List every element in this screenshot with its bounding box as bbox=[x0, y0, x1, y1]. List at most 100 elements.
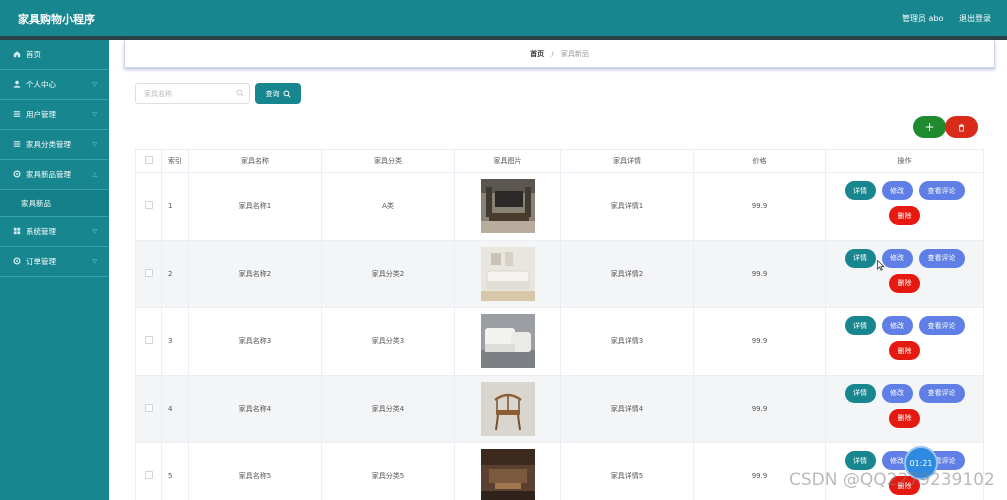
sidebar-item-profile[interactable]: 个人中心 ▽ bbox=[0, 70, 109, 100]
row-index: 1 bbox=[161, 172, 189, 241]
sidebar-item-orders[interactable]: 订单管理 ▽ bbox=[0, 247, 109, 277]
row-price: 99.9 bbox=[693, 374, 826, 443]
row-checkbox[interactable] bbox=[144, 201, 153, 210]
delete-button[interactable]: 删除 bbox=[889, 408, 920, 428]
batch-delete-button[interactable] bbox=[945, 116, 978, 138]
top-header: 家具购物小程序 管理员 abo 退出登录 bbox=[0, 0, 1007, 36]
row-detail: 家具详情3 bbox=[560, 307, 694, 376]
admin-user-label: 管理员 abo bbox=[902, 14, 944, 23]
grid-icon bbox=[12, 227, 22, 237]
table-row: 4 家具名称4 家具分类4 家具详情4 99.9 详情 修改 查看评论 删除 bbox=[135, 374, 984, 443]
app-title: 家具购物小程序 bbox=[18, 13, 95, 26]
row-name: 家具名称3 bbox=[188, 307, 322, 376]
row-name: 家具名称1 bbox=[188, 172, 322, 241]
sidebar: 首页 个人中心 ▽ 用户管理 ▽ 家具分类管理 ▽ 家具新品管理 △ 家具新品 … bbox=[0, 40, 109, 500]
row-image-cell bbox=[454, 442, 561, 500]
row-index: 3 bbox=[161, 307, 189, 376]
query-button[interactable]: 查询 bbox=[255, 83, 301, 104]
column-header: 操作 bbox=[825, 149, 984, 173]
row-checkbox[interactable] bbox=[144, 336, 153, 345]
breadcrumb-current: 家具新品 bbox=[560, 50, 589, 58]
column-header: 价格 bbox=[693, 149, 826, 173]
row-detail: 家具详情4 bbox=[560, 374, 694, 443]
column-header: 索引 bbox=[161, 149, 189, 173]
row-index: 4 bbox=[161, 374, 189, 443]
breadcrumb: 首页 / 家具新品 bbox=[125, 49, 994, 59]
mouse-cursor-icon bbox=[877, 260, 885, 271]
edit-button[interactable]: 修改 bbox=[881, 383, 913, 403]
delete-button[interactable]: 删除 bbox=[889, 206, 920, 226]
view-reviews-button[interactable]: 查看评论 bbox=[918, 383, 965, 403]
chevron-down-icon: ▽ bbox=[92, 141, 97, 148]
row-price: 99.9 bbox=[693, 172, 826, 241]
query-button-label: 查询 bbox=[265, 89, 280, 98]
detail-button[interactable]: 详情 bbox=[844, 316, 876, 336]
view-reviews-button[interactable]: 查看评论 bbox=[918, 316, 965, 336]
row-actions: 详情 修改 查看评论 删除 bbox=[825, 307, 984, 376]
row-actions: 详情 修改 查看评论 删除 bbox=[825, 239, 984, 308]
select-all-checkbox[interactable] bbox=[144, 156, 153, 164]
furniture-image bbox=[480, 246, 535, 301]
row-checkbox[interactable] bbox=[144, 268, 153, 277]
row-name: 家具名称4 bbox=[188, 374, 322, 443]
row-image-cell bbox=[454, 239, 561, 308]
detail-button[interactable]: 详情 bbox=[844, 451, 876, 471]
table-row: 3 家具名称3 家具分类3 家具详情3 99.9 详情 修改 查看评论 删除 bbox=[135, 307, 984, 376]
column-header: 家具分类 bbox=[321, 149, 455, 173]
sidebar-item-label: 订单管理 bbox=[26, 257, 56, 266]
search-input[interactable] bbox=[135, 83, 250, 104]
row-checkbox[interactable] bbox=[144, 403, 153, 412]
breadcrumb-home[interactable]: 首页 bbox=[530, 50, 544, 58]
row-category: A类 bbox=[321, 172, 455, 241]
row-name: 家具名称5 bbox=[188, 442, 322, 500]
column-header: 家具图片 bbox=[454, 149, 561, 173]
sidebar-item-home[interactable]: 首页 bbox=[0, 40, 109, 70]
add-button[interactable]: + bbox=[913, 116, 946, 138]
header-select-all bbox=[135, 149, 162, 173]
view-reviews-button[interactable]: 查看评论 bbox=[918, 248, 965, 268]
detail-button[interactable]: 详情 bbox=[844, 383, 876, 403]
watermark: CSDN @QQ2279239102 bbox=[789, 470, 995, 490]
detail-button[interactable]: 详情 bbox=[844, 181, 876, 201]
sidebar-item-category[interactable]: 家具分类管理 ▽ bbox=[0, 130, 109, 160]
table-row: 1 家具名称1 A类 家具详情1 99.9 详情 修改 查看评论 删除 bbox=[135, 172, 984, 241]
row-category: 家具分类5 bbox=[321, 442, 455, 500]
list-icon bbox=[12, 110, 22, 120]
row-checkbox[interactable] bbox=[144, 471, 153, 480]
edit-button[interactable]: 修改 bbox=[881, 248, 913, 268]
chevron-up-icon: △ bbox=[92, 171, 97, 178]
row-category: 家具分类2 bbox=[321, 239, 455, 308]
row-category: 家具分类4 bbox=[321, 374, 455, 443]
row-image-cell bbox=[454, 374, 561, 443]
row-price: 99.9 bbox=[693, 307, 826, 376]
chevron-down-icon: ▽ bbox=[92, 111, 97, 118]
view-reviews-button[interactable]: 查看评论 bbox=[918, 181, 965, 201]
row-detail: 家具详情2 bbox=[560, 239, 694, 308]
row-image-cell bbox=[454, 172, 561, 241]
furniture-table: 索引 家具名称 家具分类 家具图片 家具详情 价格 操作 1 家具名称1 A类 bbox=[135, 149, 984, 500]
edit-button[interactable]: 修改 bbox=[881, 181, 913, 201]
sidebar-item-label: 用户管理 bbox=[26, 110, 56, 119]
row-actions: 详情 修改 查看评论 删除 bbox=[825, 172, 984, 241]
delete-button[interactable]: 删除 bbox=[889, 273, 920, 293]
detail-button[interactable]: 详情 bbox=[844, 248, 876, 268]
table-row: 2 家具名称2 家具分类2 家具详情2 99.9 详情 修改 查看评论 删除 bbox=[135, 239, 984, 308]
delete-button[interactable]: 删除 bbox=[889, 341, 920, 361]
list-icon bbox=[12, 140, 22, 150]
furniture-image bbox=[480, 314, 535, 369]
furniture-image bbox=[480, 179, 535, 234]
search-icon bbox=[236, 89, 244, 97]
row-image-cell bbox=[454, 307, 561, 376]
sidebar-item-label: 个人中心 bbox=[26, 80, 56, 89]
logout-link[interactable]: 退出登录 bbox=[959, 13, 991, 24]
sidebar-subitem-new-furniture[interactable]: 家具新品 bbox=[0, 190, 109, 217]
sidebar-item-system[interactable]: 系统管理 ▽ bbox=[0, 217, 109, 247]
sidebar-item-users[interactable]: 用户管理 ▽ bbox=[0, 100, 109, 130]
sidebar-item-label: 家具新品管理 bbox=[26, 170, 71, 179]
sidebar-item-label: 系统管理 bbox=[26, 227, 56, 236]
trash-icon bbox=[958, 123, 965, 132]
edit-button[interactable]: 修改 bbox=[881, 316, 913, 336]
breadcrumb-separator: / bbox=[551, 50, 554, 58]
sidebar-item-new-furniture[interactable]: 家具新品管理 △ bbox=[0, 160, 109, 190]
sidebar-item-label: 首页 bbox=[26, 50, 41, 59]
